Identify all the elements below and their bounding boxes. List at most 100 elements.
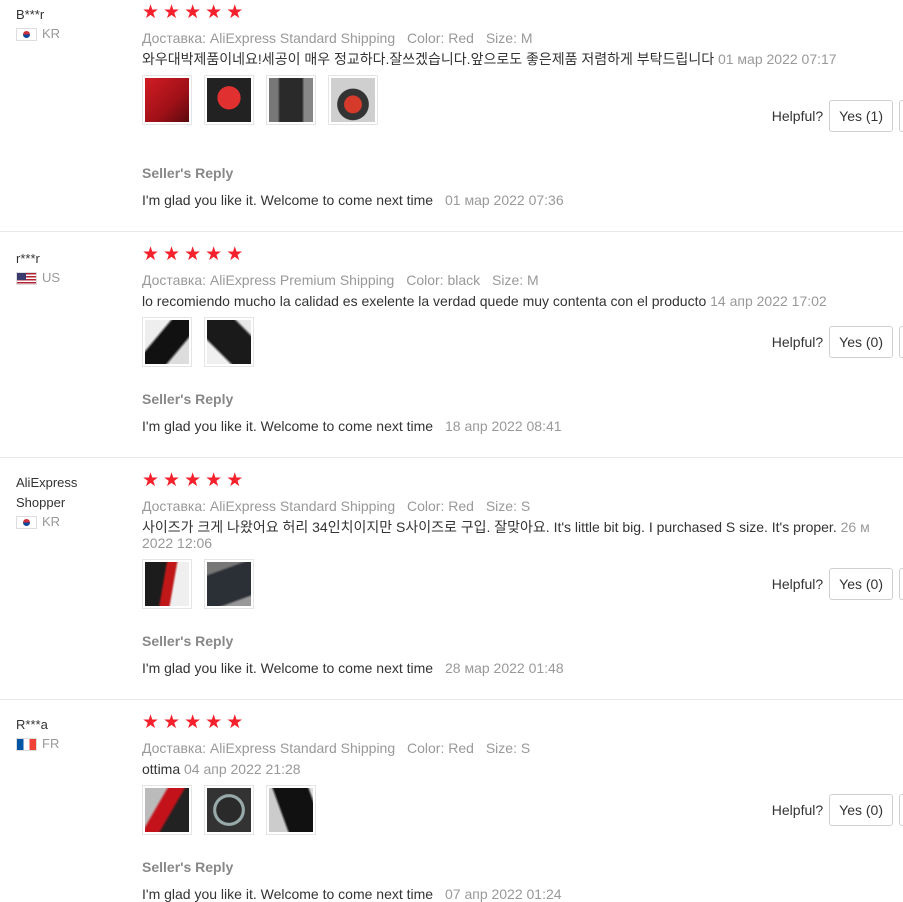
order-info: Доставка: AliExpress Standard Shipping C…	[142, 28, 903, 48]
helpful-vote: Helpful? Yes (0)	[772, 568, 903, 600]
star-rating: ★ ★ ★ ★ ★	[142, 245, 903, 265]
review-photo[interactable]	[142, 559, 192, 609]
france-flag-icon	[16, 737, 37, 751]
seller-reply-title: Seller's Reply	[142, 165, 234, 181]
star-icon: ★	[205, 244, 223, 265]
item-color: Color: Red	[407, 30, 474, 46]
reviewer-info: r***r US	[16, 249, 136, 287]
star-icon: ★	[184, 470, 202, 491]
star-icon: ★	[205, 712, 223, 733]
review-photo[interactable]	[142, 75, 192, 125]
star-rating: ★ ★ ★ ★ ★	[142, 3, 903, 23]
reviewer-info: AliExpress Shopper KR	[16, 473, 136, 531]
star-icon: ★	[205, 470, 223, 491]
seller-reply: I'm glad you like it. Welcome to come ne…	[142, 660, 564, 676]
review-photo[interactable]	[204, 317, 254, 367]
star-rating: ★ ★ ★ ★ ★	[142, 471, 903, 491]
korea-flag-icon	[16, 27, 37, 41]
seller-reply-text: I'm glad you like it. Welcome to come ne…	[142, 660, 434, 676]
star-icon: ★	[226, 244, 244, 265]
order-info: Доставка: AliExpress Standard Shipping C…	[142, 738, 903, 758]
review-item: R***a FR ★ ★ ★ ★ ★ Доставка: AliExpress …	[0, 700, 903, 902]
seller-reply-date: 07 апр 2022 01:24	[444, 886, 562, 902]
review-date: 01 мар 2022 07:17	[717, 51, 837, 67]
shipping-method: Доставка: AliExpress Standard Shipping	[142, 498, 396, 514]
helpful-vote: Helpful? Yes (0)	[772, 794, 903, 826]
seller-reply-text: I'm glad you like it. Welcome to come ne…	[142, 192, 434, 208]
country-code: KR	[42, 26, 61, 41]
review-photo[interactable]	[204, 559, 254, 609]
review-text: ottima	[142, 761, 181, 777]
review-photo[interactable]	[266, 75, 316, 125]
item-size: Size: S	[485, 498, 531, 514]
item-size: Size: M	[492, 272, 539, 288]
country-code: KR	[42, 514, 61, 529]
review-date: 26 м	[840, 519, 870, 535]
item-size: Size: M	[485, 30, 533, 46]
star-icon: ★	[226, 712, 244, 733]
review-photo[interactable]	[142, 785, 192, 835]
review-date: 14 апр 2022 17:02	[710, 293, 827, 309]
usa-flag-icon	[16, 271, 37, 285]
review-text-block: 사이즈가 크게 나왔어요 허리 34인치이지만 S사이즈로 구입. 잘맞아요. …	[142, 519, 903, 551]
star-icon: ★	[163, 244, 181, 265]
helpful-yes-button[interactable]: Yes (0)	[829, 326, 893, 358]
review-text: 사이즈가 크게 나왔어요 허리 34인치이지만 S사이즈로 구입. 잘맞아요. …	[142, 519, 837, 535]
star-icon: ★	[184, 2, 202, 23]
reviewer-name: r***r	[16, 251, 40, 266]
star-icon: ★	[205, 2, 223, 23]
helpful-no-button[interactable]	[899, 568, 903, 600]
seller-reply-date: 18 апр 2022 08:41	[444, 418, 562, 434]
seller-reply: I'm glad you like it. Welcome to come ne…	[142, 192, 564, 208]
helpful-yes-button[interactable]: Yes (1)	[829, 100, 893, 132]
review-photo[interactable]	[142, 317, 192, 367]
helpful-label: Helpful?	[771, 576, 824, 592]
seller-reply: I'm glad you like it. Welcome to come ne…	[142, 886, 562, 902]
helpful-label: Helpful?	[771, 108, 824, 124]
review-photo[interactable]	[328, 75, 378, 125]
korea-flag-icon	[16, 515, 37, 529]
review-text: 와우대박제품이네요!세공이 매우 정교하다.잘쓰겠습니다.앞으로도 좋은제품 저…	[142, 51, 715, 67]
order-info: Доставка: AliExpress Standard Shipping C…	[142, 496, 903, 516]
seller-reply-title: Seller's Reply	[142, 633, 234, 649]
seller-reply-text: I'm glad you like it. Welcome to come ne…	[142, 886, 434, 902]
reviewer-name: B***r	[16, 7, 45, 22]
helpful-yes-button[interactable]: Yes (0)	[829, 794, 893, 826]
reviewer-info: R***a FR	[16, 715, 136, 753]
review-text-block: ottima 04 апр 2022 21:28	[142, 761, 877, 777]
review-date-cont: 2022 12:06	[142, 535, 213, 551]
shipping-method: Доставка: AliExpress Standard Shipping	[142, 30, 396, 46]
star-icon: ★	[142, 244, 160, 265]
star-icon: ★	[163, 2, 181, 23]
seller-reply-date: 01 мар 2022 07:36	[444, 192, 564, 208]
reviewer-country: KR	[16, 513, 136, 531]
shipping-method: Доставка: AliExpress Standard Shipping	[142, 740, 396, 756]
reviewer-country: KR	[16, 25, 136, 43]
reviewer-info: B***r KR	[16, 5, 136, 43]
review-item: r***r US ★ ★ ★ ★ ★ Доставка: AliExpress …	[0, 232, 903, 457]
helpful-yes-button[interactable]: Yes (0)	[829, 568, 893, 600]
helpful-no-button[interactable]	[899, 326, 903, 358]
star-icon: ★	[226, 470, 244, 491]
country-code: FR	[42, 736, 60, 751]
reviewer-country: FR	[16, 735, 136, 753]
seller-reply-title: Seller's Reply	[142, 391, 234, 407]
seller-reply-text: I'm glad you like it. Welcome to come ne…	[142, 418, 434, 434]
helpful-label: Helpful?	[771, 802, 824, 818]
star-icon: ★	[142, 2, 160, 23]
review-text: lo recomiendo mucho la calidad es exelen…	[142, 293, 707, 309]
helpful-no-button[interactable]	[899, 100, 903, 132]
reviewer-country: US	[16, 269, 136, 287]
helpful-vote: Helpful? Yes (0)	[772, 326, 903, 358]
helpful-no-button[interactable]	[899, 794, 903, 826]
review-photo[interactable]	[204, 785, 254, 835]
seller-reply: I'm glad you like it. Welcome to come ne…	[142, 418, 562, 434]
review-date: 04 апр 2022 21:28	[184, 761, 301, 777]
seller-reply-date: 28 мар 2022 01:48	[444, 660, 564, 676]
star-icon: ★	[163, 712, 181, 733]
review-photo[interactable]	[204, 75, 254, 125]
review-text-block: lo recomiendo mucho la calidad es exelen…	[142, 293, 877, 309]
order-info: Доставка: AliExpress Premium Shipping Co…	[142, 270, 903, 290]
review-photo[interactable]	[266, 785, 316, 835]
review-text-block: 와우대박제품이네요!세공이 매우 정교하다.잘쓰겠습니다.앞으로도 좋은제품 저…	[142, 51, 877, 67]
